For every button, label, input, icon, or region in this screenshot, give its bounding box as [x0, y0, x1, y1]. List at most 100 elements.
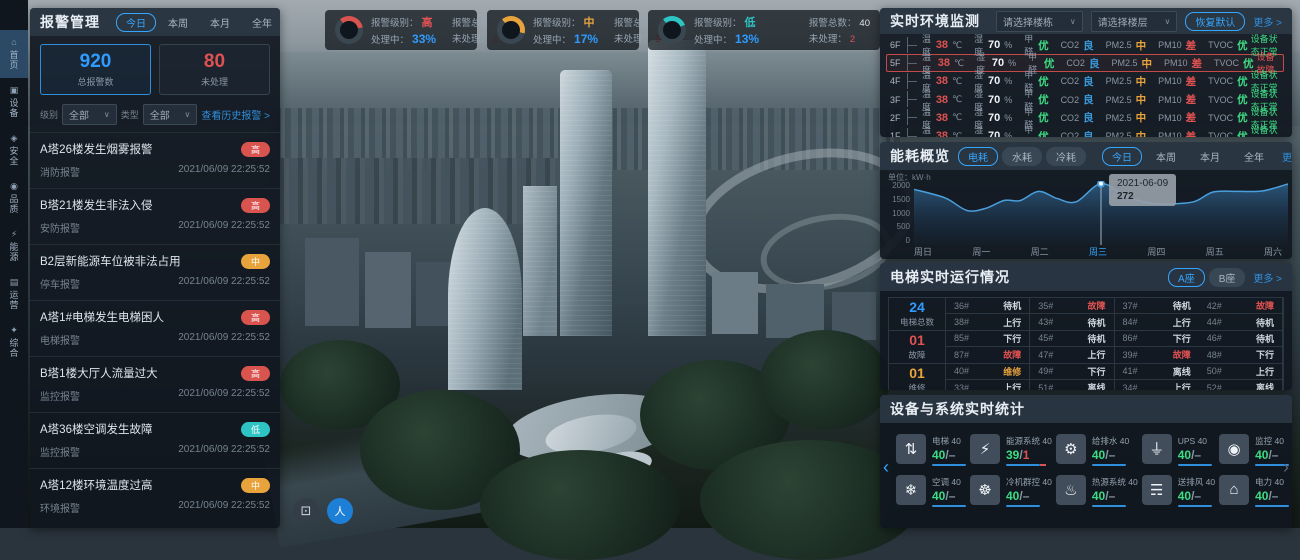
chart-y-axis: 2000150010005000 — [888, 181, 910, 245]
device-card[interactable]: ⌂ 电力 40 40/– — [1219, 472, 1289, 507]
device-total: 40 — [1206, 477, 1215, 487]
device-card[interactable]: ⏚ UPS 40 40/– — [1142, 431, 1215, 466]
building-select[interactable]: 请选择楼栋 ∨ — [996, 11, 1083, 32]
temp-value: 38 — [936, 75, 948, 87]
energy-range-tab[interactable]: 本周 — [1146, 147, 1186, 166]
alarm-range-tab[interactable]: 今日 — [116, 13, 156, 32]
vent-icon: ☴ — [1142, 475, 1172, 505]
sidebar-item[interactable]: ⌂ 首页 — [0, 30, 28, 78]
alarm-list-item[interactable]: B塔21楼发生非法入侵 高 安防报警 2021/06/09 22:25:52 — [30, 188, 280, 244]
energy-chart[interactable]: 单位：kW·h 2000150010005000 周日周一周二周三周四周五周六 … — [886, 172, 1284, 258]
sidebar-item[interactable]: ✦ 综合 — [0, 318, 28, 366]
elevator-more-link[interactable]: 更多 > — [1253, 270, 1282, 285]
alarm-list-item[interactable]: A塔1#电梯发生电梯困人 高 电梯报警 2021/06/09 22:25:52 — [30, 300, 280, 356]
energy-type-tab[interactable]: 冷耗 — [1046, 147, 1086, 166]
floor-connector — [907, 136, 917, 137]
energy-type-tab[interactable]: 水耗 — [1002, 147, 1042, 166]
processing-value: 17% — [574, 32, 598, 46]
reset-view-button[interactable]: ⊡ — [293, 498, 319, 524]
walk-mode-button[interactable]: 人 — [327, 498, 353, 524]
total-alarm-stat[interactable]: 920 总报警数 — [40, 44, 151, 95]
energy-type-tab[interactable]: 电耗 — [958, 147, 998, 166]
elevator-status: 下行 — [1256, 348, 1274, 361]
sidebar-item-label: 能源 — [8, 242, 20, 262]
type-filter-select[interactable]: 全部 ∨ — [143, 104, 198, 125]
device-card[interactable]: ♨ 热源系统 40 40/– — [1056, 472, 1138, 507]
main-sidebar: ⌂ 首页 ▣ 设备 ◈ 安全 ◉ 品质 ⚡ 能源 ▤ 运营 ✦ 综合 — [0, 0, 28, 528]
level-filter-select[interactable]: 全部 ∨ — [62, 104, 117, 125]
walk-person-icon: 人 — [335, 503, 346, 519]
device-ok-count: 40 — [1255, 448, 1268, 462]
device-bad-count: – — [1109, 489, 1116, 503]
device-card[interactable]: ⇅ 电梯 40 40/– — [896, 431, 966, 466]
elevator-building-tab[interactable]: B座 — [1209, 268, 1246, 287]
sidebar-item[interactable]: ⚡ 能源 — [0, 222, 28, 270]
elevator-cell: 36# 待机 — [946, 298, 1030, 314]
alarm-title: A塔12楼环境温度过高 — [40, 477, 152, 493]
humidity-value: 70 — [988, 94, 1000, 106]
sidebar-item[interactable]: ▤ 运营 — [0, 270, 28, 318]
device-card[interactable]: ❄ 空调 40 40/– — [896, 472, 966, 507]
elevator-status: 离线 — [1087, 381, 1105, 390]
energy-more-link[interactable]: 更多 > — [1282, 149, 1292, 164]
hcho-grade: 优 — [1044, 56, 1055, 71]
alarm-range-tab[interactable]: 本月 — [200, 13, 240, 32]
alarm-donut-chart — [335, 16, 363, 44]
elevator-id: 39# — [1123, 350, 1138, 360]
floor-label: 4F — [890, 76, 904, 86]
elevator-building-tab[interactable]: A座 — [1168, 268, 1205, 287]
elevator-cell: 87# 故障 — [946, 347, 1030, 363]
device-card[interactable]: ☸ 冷机群控 40 40/– — [970, 472, 1052, 507]
env-more-link[interactable]: 更多 > — [1253, 14, 1282, 29]
carousel-right-arrow[interactable]: › — [1283, 457, 1289, 478]
device-bad-count: – — [1023, 489, 1030, 503]
reset-default-button[interactable]: 恢复默认 — [1185, 12, 1245, 31]
energy-range-tab[interactable]: 本月 — [1190, 147, 1230, 166]
unhandled-alarm-label: 未处理 — [160, 75, 269, 88]
unhandled-alarm-value: 80 — [160, 51, 269, 73]
alarm-level-badge: 低 — [241, 422, 270, 437]
device-card[interactable]: ◉ 监控 40 40/– — [1219, 431, 1289, 466]
elevator-status: 离线 — [1173, 365, 1191, 378]
sidebar-item[interactable]: ▣ 设备 — [0, 78, 28, 126]
level-label: 报警级别： — [371, 15, 419, 29]
alarm-category: 停车报警 — [40, 276, 80, 291]
co2-label: CO2 — [1061, 40, 1080, 50]
sidebar-item-label: 安全 — [8, 146, 20, 166]
elevator-id: 49# — [1038, 366, 1053, 376]
history-alarm-link[interactable]: 查看历史报警 > — [201, 107, 270, 122]
chevron-down-icon: ∨ — [1165, 17, 1171, 26]
energy-range-tab[interactable]: 今日 — [1102, 147, 1142, 166]
pm10-label: PM10 — [1164, 58, 1188, 68]
humidity-value: 70 — [988, 39, 1000, 51]
floor-select[interactable]: 请选择楼层 ∨ — [1091, 11, 1178, 32]
device-card[interactable]: ⚡ 能源系统 40 39/1 — [970, 431, 1052, 466]
floor-label: 3F — [890, 95, 904, 105]
alarm-list-item[interactable]: A塔26楼发生烟雾报警 高 消防报警 2021/06/09 22:25:52 — [30, 132, 280, 188]
energy-range-tab[interactable]: 全年 — [1234, 147, 1274, 166]
device-bad-count: – — [1194, 448, 1201, 462]
alarm-level-badge: 高 — [241, 198, 270, 213]
sidebar-item[interactable]: ◈ 安全 — [0, 126, 28, 174]
elevator-cell: 46# 待机 — [1199, 331, 1283, 347]
device-ok-count: 40 — [1006, 489, 1019, 503]
alarm-summary-panel: 报警级别： 中 处理中： 17% 报警总数： 30 未处理： 5 — [487, 10, 639, 50]
alarm-range-tab[interactable]: 本周 — [158, 13, 198, 32]
carousel-left-arrow[interactable]: ‹ — [883, 457, 889, 478]
elevator-cell: 41# 离线 — [1115, 364, 1199, 380]
device-card[interactable]: ⚙ 给排水 40 40/– — [1056, 431, 1138, 466]
device-ok-count: 39 — [1006, 448, 1019, 462]
unhandled-label: 未处理： — [614, 31, 652, 45]
alarm-list-item[interactable]: B塔1楼大厅人流量过大 高 监控报警 2021/06/09 22:25:52 — [30, 356, 280, 412]
device-underline — [1006, 505, 1040, 507]
device-card[interactable]: ☴ 送排风 40 40/– — [1142, 472, 1215, 507]
level-label: 报警级别： — [533, 15, 581, 29]
alarm-range-tab[interactable]: 全年 — [242, 13, 280, 32]
alarm-list-item[interactable]: B2层新能源车位被非法占用 中 停车报警 2021/06/09 22:25:52 — [30, 244, 280, 300]
alarm-list-item[interactable]: A塔36楼空调发生故障 低 监控报警 2021/06/09 22:25:52 — [30, 412, 280, 468]
energy-icon: ⚡ — [970, 434, 1000, 464]
alarm-list-item[interactable]: A塔12楼环境温度过高 中 环境报警 2021/06/09 22:25:52 — [30, 468, 280, 524]
sidebar-item[interactable]: ◉ 品质 — [0, 174, 28, 222]
unhandled-alarm-stat[interactable]: 80 未处理 — [159, 44, 270, 95]
tvoc-label: TVOC — [1208, 76, 1233, 86]
